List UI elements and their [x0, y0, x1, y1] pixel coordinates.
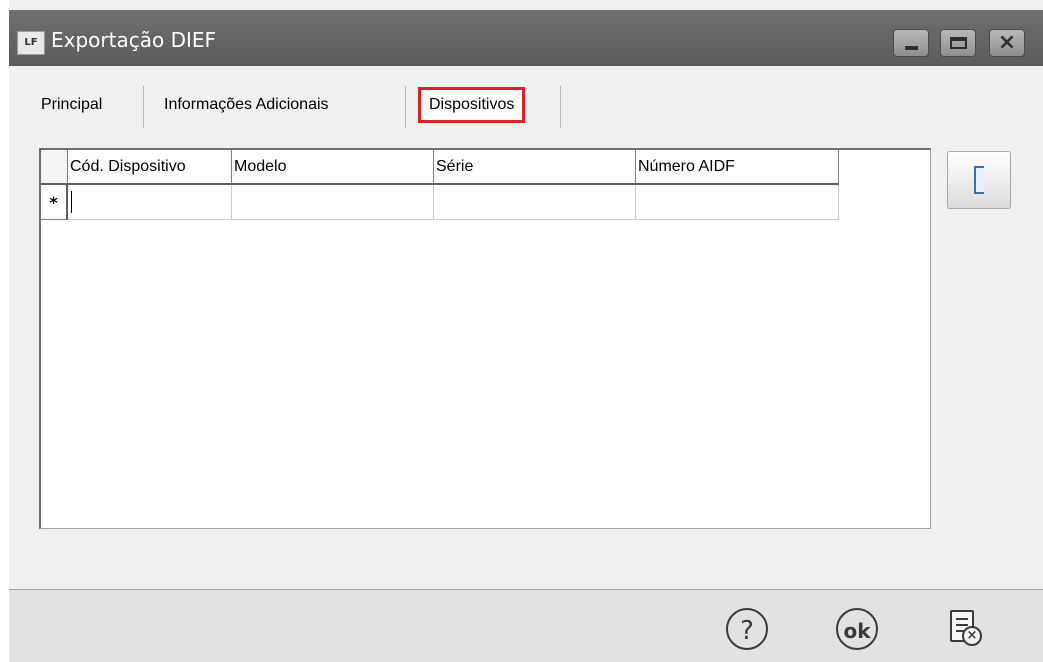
doc-line	[956, 618, 968, 620]
maximize-button[interactable]	[940, 29, 976, 57]
column-header-cod-dispositivo[interactable]: Cód. Dispositivo	[68, 150, 232, 185]
cancel-button[interactable]: ×	[944, 608, 986, 650]
app-icon: LF	[17, 31, 45, 55]
cell-serie[interactable]	[434, 185, 636, 220]
cancel-x-icon: ×	[962, 626, 982, 646]
footer-bar: ? ok ×	[9, 589, 1043, 662]
tab-principal[interactable]: Principal	[41, 90, 102, 120]
title-bar[interactable]: LF Exportação DIEF ×	[9, 10, 1043, 66]
new-row-marker: *	[41, 185, 68, 220]
cell-cod-dispositivo[interactable]	[68, 185, 232, 220]
side-action-button[interactable]	[947, 151, 1011, 209]
window-title: Exportação DIEF	[51, 28, 217, 52]
tab-strip: Principal Informações Adicionais Disposi…	[9, 84, 709, 130]
cell-numero-aidf[interactable]	[636, 185, 839, 220]
column-header-modelo[interactable]: Modelo	[232, 150, 434, 185]
tab-separator	[560, 86, 561, 128]
column-header-numero-aidf[interactable]: Número AIDF	[636, 150, 839, 185]
tab-informacoes-adicionais[interactable]: Informações Adicionais	[164, 90, 329, 120]
cell-modelo[interactable]	[232, 185, 434, 220]
tab-dispositivos[interactable]: Dispositivos	[418, 87, 526, 123]
grid-corner[interactable]	[41, 150, 68, 185]
dispositivos-grid[interactable]: Cód. Dispositivo Modelo Série Número AID…	[39, 148, 931, 529]
text-caret	[71, 191, 72, 213]
tab-separator	[405, 86, 406, 128]
tab-separator	[143, 86, 144, 128]
ok-button[interactable]: ok	[836, 608, 878, 650]
doc-line	[956, 624, 968, 626]
column-header-serie[interactable]: Série	[434, 150, 636, 185]
export-dief-window: LF Exportação DIEF × Principal Informaçõ…	[9, 0, 1043, 662]
desktop-edge	[0, 0, 9, 662]
maximize-icon	[950, 37, 967, 49]
close-button[interactable]: ×	[989, 29, 1025, 57]
minimize-icon	[905, 46, 918, 50]
help-button[interactable]: ?	[726, 608, 768, 650]
minimize-button[interactable]	[893, 29, 929, 57]
close-icon: ×	[997, 30, 1017, 55]
bracket-icon	[974, 166, 984, 194]
